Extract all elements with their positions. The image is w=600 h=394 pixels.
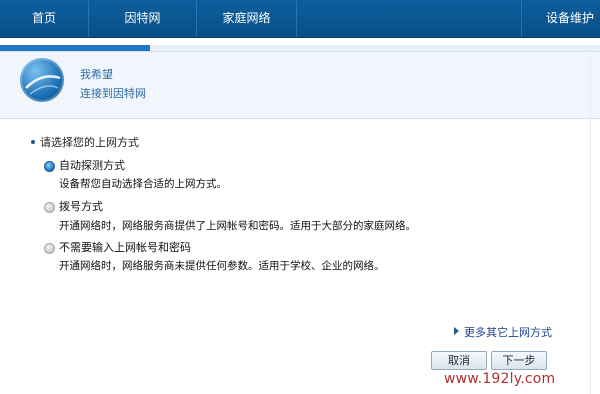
top-navigation: 首页 因特网 家庭网络 设备维护 <box>0 0 600 38</box>
option-desc-auto-detect: 设备帮您自动选择合适的上网方式。 <box>59 178 227 190</box>
wizard-banner: 我希望 连接到因特网 <box>0 51 600 119</box>
next-button[interactable]: 下一步 <box>491 351 547 370</box>
divider <box>590 51 591 394</box>
nav-device-maintenance[interactable]: 设备维护 <box>522 0 600 37</box>
radio-no-account[interactable] <box>44 243 55 254</box>
option-title-dialup[interactable]: 拨号方式 <box>59 198 103 214</box>
globe-icon <box>20 58 64 102</box>
nav-internet[interactable]: 因特网 <box>89 0 196 37</box>
option-title-no-account[interactable]: 不需要输入上网帐号和密码 <box>59 239 191 255</box>
watermark: www.192ly.com <box>444 371 556 387</box>
cancel-button[interactable]: 取消 <box>431 351 487 370</box>
nav-separator <box>296 0 297 37</box>
banner-subtitle: 连接到因特网 <box>80 87 146 100</box>
radio-dialup[interactable] <box>44 202 55 213</box>
bullet-icon <box>31 140 35 144</box>
option-desc-dialup: 开通网络时，网络服务商提供了上网帐号和密码。适用于大部分的家庭网络。 <box>59 220 416 232</box>
banner-title: 我希望 <box>80 68 113 81</box>
option-title-auto-detect[interactable]: 自动探测方式 <box>59 157 125 173</box>
nav-home-network[interactable]: 家庭网络 <box>197 0 296 37</box>
chevron-right-icon <box>454 327 459 335</box>
nav-home[interactable]: 首页 <box>0 0 88 37</box>
option-desc-no-account: 开通网络时，网络服务商未提供任何参数。适用于学校、企业的网络。 <box>59 260 385 272</box>
more-methods-link[interactable]: 更多其它上网方式 <box>464 324 552 340</box>
radio-auto-detect[interactable] <box>44 161 55 172</box>
question-label: 请选择您的上网方式 <box>40 136 139 149</box>
